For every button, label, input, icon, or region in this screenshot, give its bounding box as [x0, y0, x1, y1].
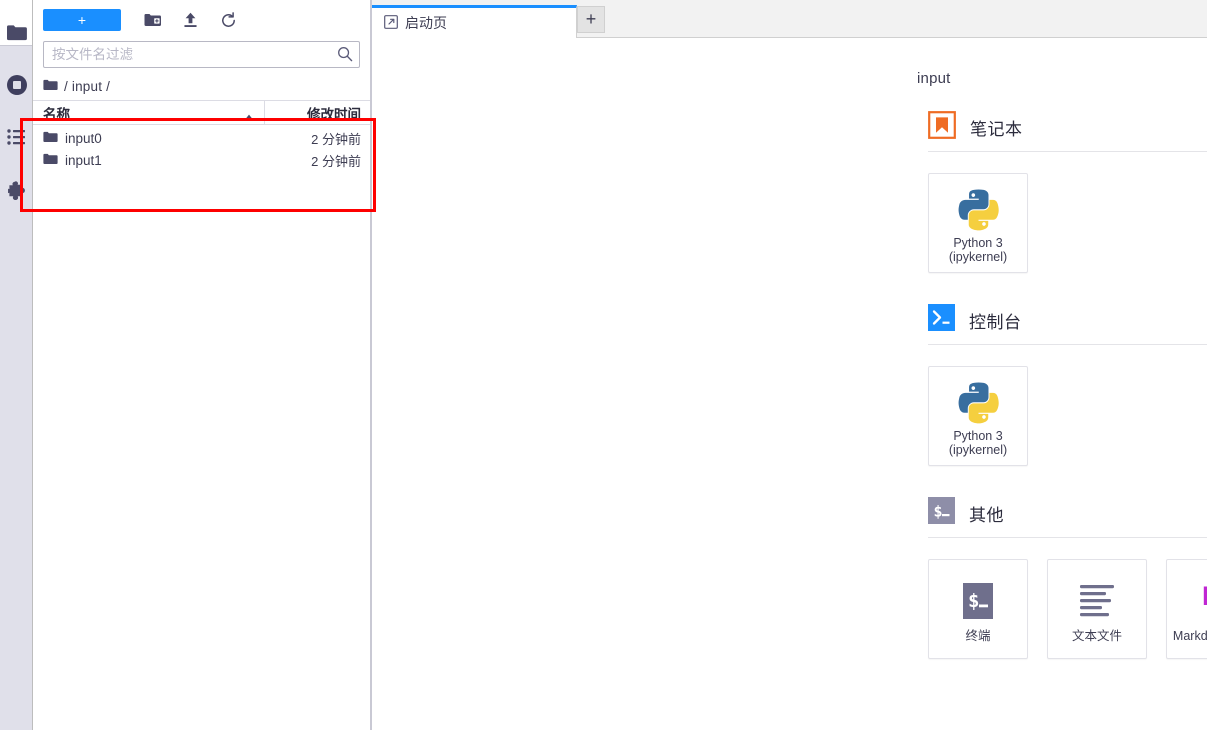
- section-title-console: 控制台: [969, 312, 1022, 332]
- file-name: input0: [65, 130, 102, 146]
- launcher-section-console: 控制台 Python 3 (ipykernel): [917, 303, 1207, 466]
- card-label: Python 3 (ipykernel): [948, 429, 1008, 457]
- table-row[interactable]: input0 2 分钟前: [33, 127, 370, 149]
- file-list: input0 2 分钟前 input1 2 分钟前: [33, 125, 370, 171]
- tab-bar: 启动页 +: [372, 0, 1207, 38]
- new-launcher-button[interactable]: +: [43, 9, 121, 31]
- file-name: input1: [65, 152, 102, 168]
- refresh-icon: [220, 11, 237, 29]
- svg-text:$: $: [934, 503, 943, 521]
- refresh-button[interactable]: [213, 6, 243, 34]
- activity-bar: [0, 0, 33, 730]
- jupyterlab-window: + 按文件名过滤 / input / 名称 修改时间 input0 2 分钟前 …: [0, 0, 1207, 730]
- upload-button[interactable]: [175, 6, 205, 34]
- text-file-icon: [1076, 575, 1118, 627]
- launcher-section-notebook: 笔记本 Python 3 (ipykernel): [917, 110, 1207, 273]
- launcher-section-other: $ 其他 $ 终端 文本文件 Markd: [917, 496, 1207, 659]
- folder-icon: [43, 79, 58, 94]
- card-row-notebook: Python 3 (ipykernel): [917, 152, 1207, 273]
- terminal-dollar-icon: $: [928, 497, 955, 529]
- column-header-name-label: 名称: [43, 106, 70, 122]
- column-header-name[interactable]: 名称: [33, 101, 265, 124]
- card-label: 文本文件: [1071, 629, 1122, 643]
- upload-icon: [183, 12, 198, 28]
- file-list-header: 名称 修改时间: [33, 100, 370, 125]
- python-icon: [955, 375, 1001, 427]
- sidebar-item-extension-manager[interactable]: [0, 172, 33, 210]
- new-folder-icon: [144, 13, 161, 27]
- breadcrumb-path[interactable]: / input /: [64, 79, 110, 94]
- main-area: 启动页 + input 笔记本 Python 3 (ipykernel) 控制台…: [371, 0, 1207, 730]
- launcher-card-terminal[interactable]: $ 终端: [928, 559, 1028, 659]
- sort-ascending-icon: [244, 109, 254, 124]
- column-header-last-modified[interactable]: 修改时间: [265, 101, 370, 124]
- card-label: Python 3 (ipykernel): [948, 236, 1008, 264]
- table-row[interactable]: input1 2 分钟前: [33, 149, 370, 171]
- search-input[interactable]: [43, 41, 360, 68]
- file-browser-panel: + 按文件名过滤 / input / 名称 修改时间 input0 2 分钟前 …: [33, 0, 371, 730]
- notebook-bookmark-icon: [928, 110, 956, 144]
- card-row-other: $ 终端 文本文件 Markd: [917, 538, 1207, 659]
- folder-icon: [6, 24, 27, 41]
- sidebar-item-commands[interactable]: [0, 118, 33, 156]
- list-icon: [6, 129, 27, 145]
- stop-circle-icon: [6, 74, 28, 96]
- tab-label: 启动页: [405, 15, 447, 31]
- folder-icon: [43, 153, 58, 168]
- card-label: 终端: [965, 629, 991, 643]
- card-row-console: Python 3 (ipykernel): [917, 345, 1207, 466]
- section-title-other: 其他: [969, 505, 1004, 525]
- breadcrumb[interactable]: / input /: [33, 73, 370, 100]
- launcher-card-python3-notebook[interactable]: Python 3 (ipykernel): [928, 173, 1028, 273]
- markdown-icon: M: [1195, 575, 1207, 627]
- launcher-card-python3-console[interactable]: Python 3 (ipykernel): [928, 366, 1028, 466]
- tab-launcher[interactable]: 启动页: [372, 5, 577, 38]
- file-filter-container: [43, 41, 360, 68]
- file-last-modified: 2 分钟前: [311, 153, 361, 169]
- column-header-last-modified-label: 修改时间: [307, 106, 361, 122]
- new-folder-button[interactable]: [137, 6, 167, 34]
- folder-icon: [43, 131, 58, 146]
- launcher-panel: input 笔记本 Python 3 (ipykernel) 控制台 Pytho…: [372, 38, 1207, 730]
- launcher-card-text-file[interactable]: 文本文件: [1047, 559, 1147, 659]
- launcher-cwd: input: [917, 70, 951, 87]
- python-icon: [955, 182, 1001, 234]
- new-tab-button[interactable]: +: [577, 6, 605, 33]
- svg-text:M: M: [1202, 581, 1207, 611]
- file-browser-toolbar: +: [33, 0, 370, 40]
- card-label: Markdown 文件: [1172, 629, 1207, 643]
- terminal-icon: $: [957, 575, 999, 627]
- file-last-modified: 2 分钟前: [311, 131, 361, 147]
- svg-text:$: $: [968, 590, 979, 612]
- sidebar-item-file-browser[interactable]: [0, 13, 33, 51]
- launcher-card-markdown-file[interactable]: M Markdown 文件: [1166, 559, 1207, 659]
- sidebar-item-running-terminals[interactable]: [0, 66, 33, 104]
- section-title-notebook: 笔记本: [970, 119, 1023, 139]
- puzzle-icon: [6, 180, 28, 202]
- launcher-icon: [384, 14, 398, 32]
- console-prompt-icon: [928, 304, 955, 336]
